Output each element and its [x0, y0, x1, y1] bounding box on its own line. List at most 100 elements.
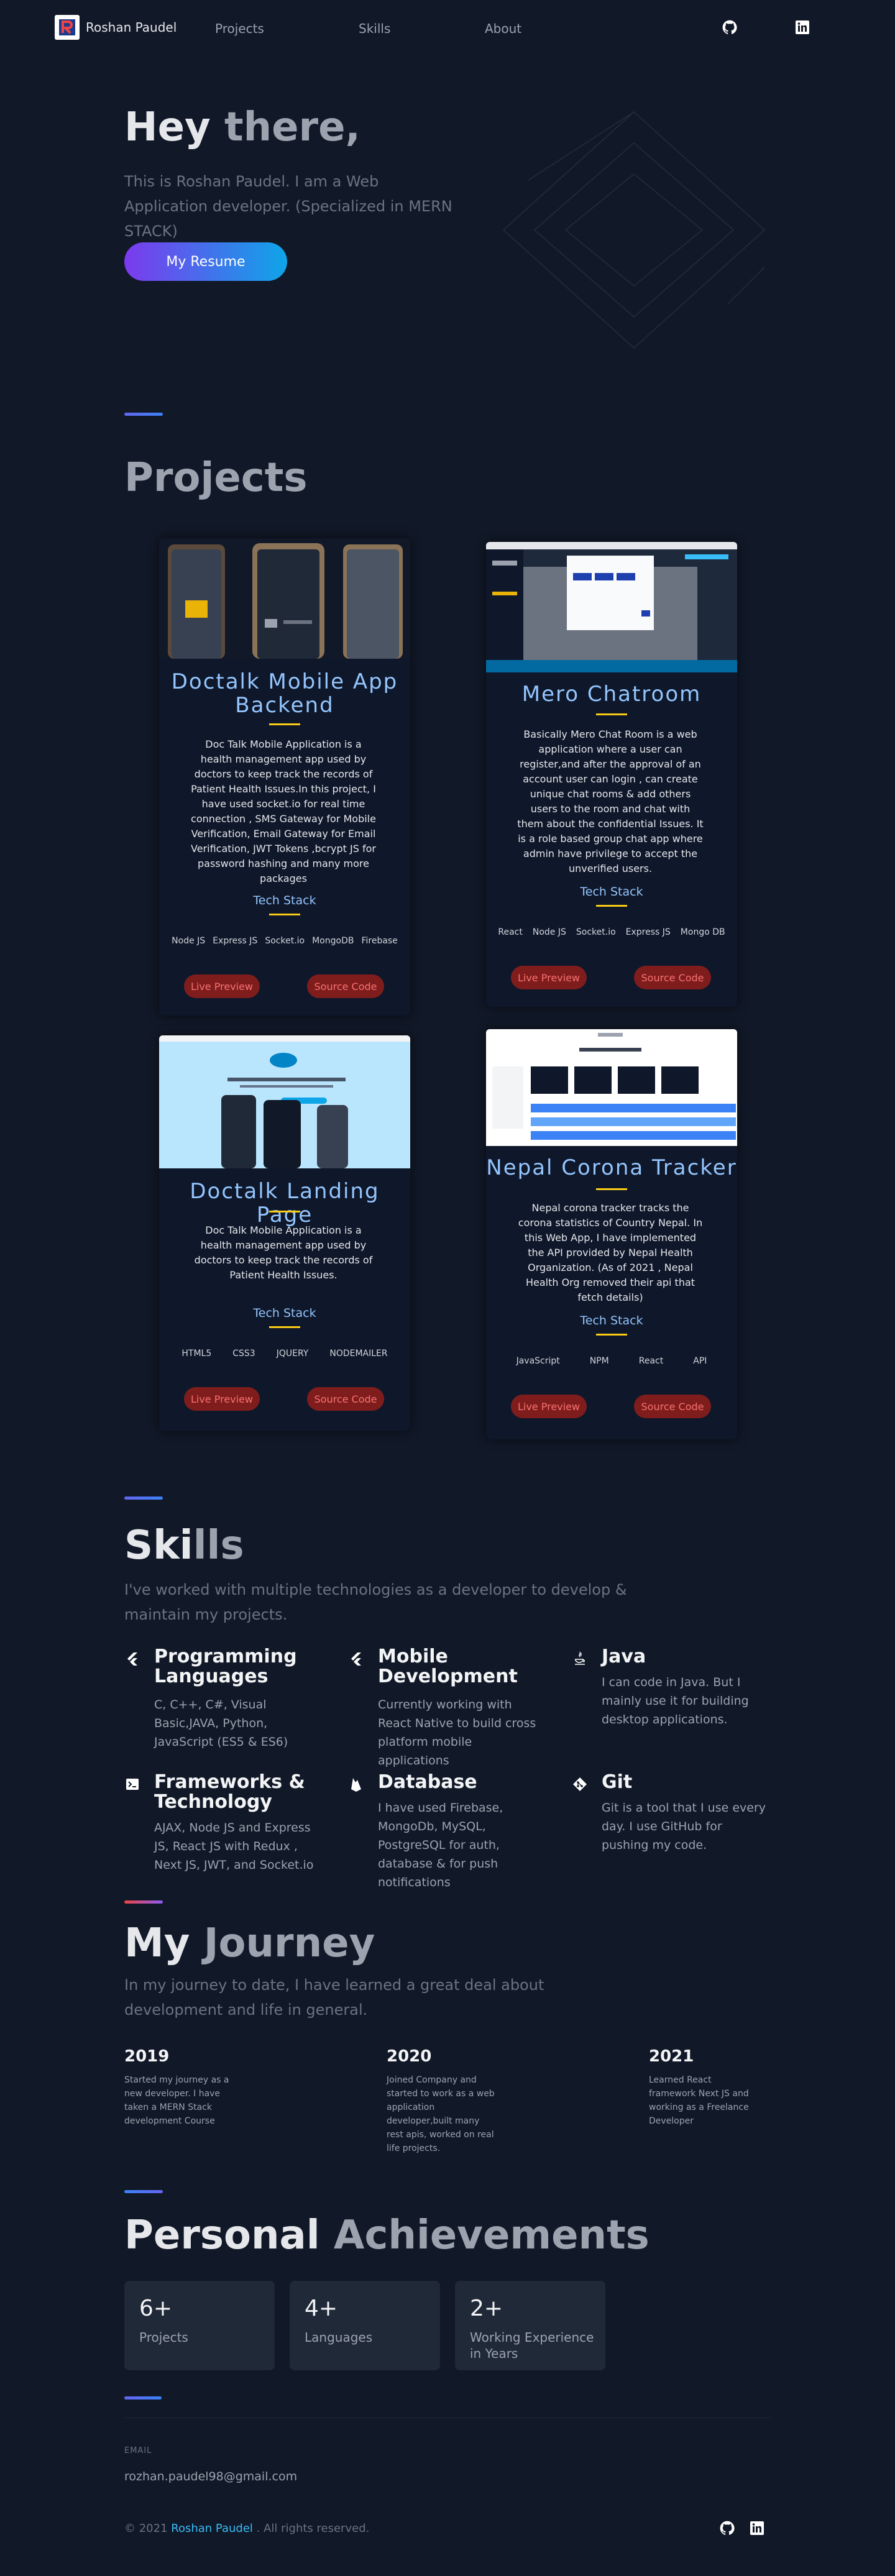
live-preview-button[interactable]: Live Preview [511, 966, 587, 989]
skill-description: AJAX, Node JS and Express JS, React JS w… [154, 1821, 314, 1872]
journey-title: My Journey [124, 1920, 375, 1966]
project-image [159, 1035, 410, 1168]
journey-title-b: Journey [203, 1920, 375, 1966]
tech-item: Express JS [625, 927, 671, 937]
hero-greeting-soft: there, [224, 104, 360, 150]
journey-text: Joined Company and started to work as a … [387, 2075, 495, 2153]
tech-item: CSS3 [232, 1349, 255, 1359]
github-icon[interactable] [721, 19, 738, 36]
nav-link-projects[interactable]: Projects [215, 21, 264, 36]
achievement-card: 2+ Working Experience in Years [455, 2281, 605, 2370]
github-icon[interactable] [718, 2519, 736, 2537]
achievements-title-b: Achievements [333, 2212, 649, 2258]
tech-item: JQUERY [276, 1349, 309, 1359]
live-preview-button[interactable]: Live Preview [511, 1395, 587, 1418]
tech-stack-list: HTML5 CSS3 JQUERY NODEMAILER [159, 1349, 410, 1359]
terminal-icon [124, 1776, 140, 1792]
skill-description: I have used Firebase, MongoDb, MySQL, Po… [378, 1801, 503, 1889]
tech-item: Socket.io [576, 927, 616, 937]
tech-item: Node JS [172, 936, 206, 946]
copyright: © 2021 Roshan Paudel . All rights reserv… [124, 2522, 369, 2535]
nav-link-skills[interactable]: Skills [359, 21, 390, 36]
title-underline [596, 1188, 627, 1190]
skill-item: Mobile Development Currently working wit… [348, 1646, 541, 1767]
linkedin-icon[interactable] [748, 2519, 766, 2537]
source-code-button[interactable]: Source Code [307, 1387, 384, 1411]
project-description: Doc Talk Mobile Application is a health … [191, 738, 376, 884]
copyright-suffix: . All rights reserved. [256, 2522, 370, 2535]
skill-title: Frameworks & Technology [154, 1771, 305, 1813]
project-image [486, 542, 737, 672]
journey-year: 2019 [124, 2047, 170, 2066]
source-code-button[interactable]: Source Code [634, 1395, 711, 1418]
skill-item: Java I can code in Java. But I mainly us… [572, 1647, 764, 1746]
git-icon [572, 1776, 588, 1792]
resume-button[interactable]: My Resume [124, 242, 287, 281]
skill-description: Git is a tool that I use every day. I us… [602, 1801, 766, 1852]
live-preview-button[interactable]: Live Preview [184, 974, 260, 998]
skill-item: Git Git is a tool that I use every day. … [572, 1772, 766, 1872]
firebase-icon [348, 1776, 364, 1792]
tech-item: NODEMAILER [329, 1349, 388, 1359]
stack-underline [596, 1334, 627, 1336]
journey-year: 2021 [649, 2047, 694, 2066]
tech-item: React [638, 1356, 664, 1366]
skill-item: Frameworks & Technology AJAX, Node JS an… [124, 1772, 317, 1872]
journey-text: Started my journey as a new developer. I… [124, 2075, 229, 2126]
brand-logo[interactable]: Roshan Paudel [55, 15, 177, 40]
source-code-button[interactable]: Source Code [307, 974, 384, 998]
tech-item: Mongo DB [680, 927, 725, 937]
email-label: EMAIL [124, 2446, 152, 2455]
nav-link-about[interactable]: About [485, 21, 521, 36]
skill-title: Mobile Development [378, 1646, 518, 1687]
project-card: Mero Chatroom Basically Mero Chat Room i… [486, 542, 737, 1007]
skill-description: I can code in Java. But I mainly use it … [602, 1675, 749, 1726]
achievement-label: Projects [139, 2330, 188, 2345]
email-link[interactable]: rozhan.paudel98@gmail.com [124, 2470, 297, 2483]
tech-stack-label: Tech Stack [580, 1314, 643, 1327]
title-underline [269, 723, 300, 725]
project-card: Doctalk Mobile App Backend Doc Talk Mobi… [159, 538, 410, 1015]
brand-name: Roshan Paudel [86, 20, 177, 35]
live-preview-button[interactable]: Live Preview [184, 1387, 260, 1411]
copyright-prefix: © 2021 [124, 2522, 168, 2535]
source-code-button[interactable]: Source Code [634, 966, 711, 989]
flutter-icon [124, 1651, 140, 1667]
tech-item: HTML5 [181, 1349, 212, 1359]
footer-accent [124, 2396, 162, 2400]
tech-stack-list: React Node JS Socket.io Express JS Mongo… [486, 927, 737, 937]
achievement-card: 6+ Projects [124, 2281, 275, 2370]
project-description: Basically Mero Chat Room is a web applic… [517, 728, 704, 874]
top-nav: Roshan Paudel Projects Skills About [0, 0, 895, 57]
tech-item: Node JS [532, 927, 566, 937]
journey-text: Learned React framework Next JS and work… [649, 2075, 749, 2126]
achievement-number: 4+ [305, 2296, 338, 2321]
project-card: Nepal Corona Tracker Nepal corona tracke… [486, 1029, 737, 1439]
tech-item: React [498, 927, 523, 937]
copyright-name[interactable]: Roshan Paudel [171, 2522, 253, 2535]
tech-item: JavaScript [516, 1356, 560, 1366]
achievement-card: 4+ Languages [290, 2281, 440, 2370]
title-underline [269, 1211, 300, 1212]
tech-item: Firebase [361, 936, 398, 946]
project-title: Nepal Corona Tracker [486, 1155, 737, 1180]
linkedin-icon[interactable] [794, 19, 811, 36]
project-description: Doc Talk Mobile Application is a health … [194, 1224, 373, 1281]
achievement-number: 2+ [470, 2296, 503, 2321]
java-icon [572, 1651, 588, 1667]
achievement-label: Languages [305, 2330, 373, 2345]
tech-stack-label: Tech Stack [253, 894, 316, 907]
skill-item: Database I have used Firebase, MongoDb, … [348, 1772, 541, 1889]
hero-title: Hey there, [124, 104, 360, 150]
stack-underline [596, 905, 627, 907]
project-title: Doctalk Landing Page [190, 1179, 380, 1227]
skills-accent [124, 1497, 163, 1500]
achievements-title: Personal Achievements [124, 2212, 649, 2258]
tech-item: Socket.io [265, 936, 305, 946]
tech-item: MongoDB [312, 936, 354, 946]
achievement-label: Working Experience in Years [470, 2330, 594, 2361]
project-card: Doctalk Landing Page Doc Talk Mobile App… [159, 1035, 410, 1431]
title-underline [596, 713, 627, 715]
tech-item: NPM [589, 1356, 609, 1366]
achievements-accent [124, 2190, 163, 2193]
